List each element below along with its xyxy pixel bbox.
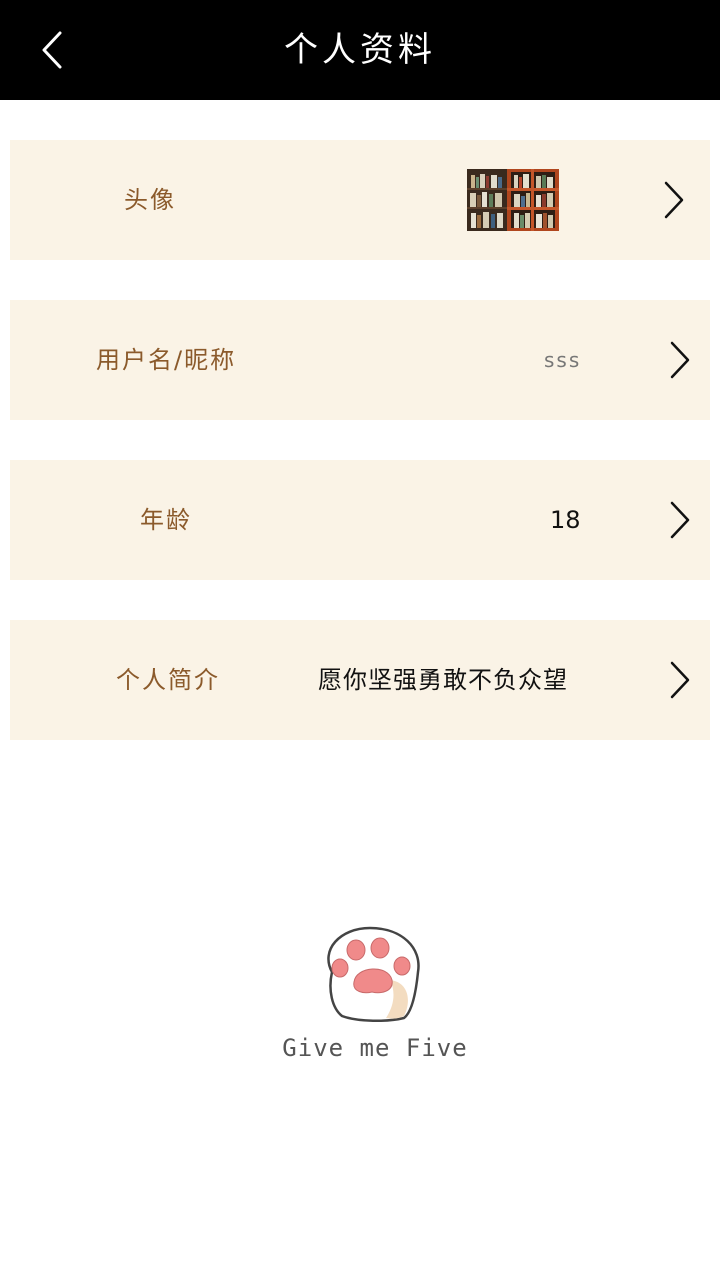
chevron-right-icon xyxy=(670,501,690,539)
row-label-age: 年龄 xyxy=(140,506,192,534)
row-label-avatar: 头像 xyxy=(124,186,176,214)
bio-value: 愿你坚强勇敢不负众望 xyxy=(318,666,568,694)
age-value: 18 xyxy=(550,506,581,534)
chevron-right-icon xyxy=(664,181,684,219)
title-bar: 个人资料 xyxy=(0,0,720,100)
back-button[interactable] xyxy=(20,20,84,80)
row-avatar[interactable]: 头像 xyxy=(10,140,710,260)
cat-paw-icon xyxy=(327,926,420,1022)
row-username[interactable]: 用户名/昵称 sss xyxy=(10,300,710,420)
row-bio[interactable]: 个人简介 愿你坚强勇敢不负众望 xyxy=(10,620,710,740)
chevron-right-icon xyxy=(670,341,690,379)
bookshelf-avatar-image xyxy=(467,169,559,231)
chevron-left-icon xyxy=(42,31,62,69)
username-value: sss xyxy=(544,348,582,372)
row-label-username: 用户名/昵称 xyxy=(96,346,237,374)
avatar xyxy=(467,169,559,231)
paw-caption: Give me Five xyxy=(282,1034,468,1062)
page-title: 个人资料 xyxy=(284,30,436,70)
chevron-right-icon xyxy=(670,661,690,699)
row-age[interactable]: 年龄 18 xyxy=(10,460,710,580)
row-label-bio: 个人简介 xyxy=(116,666,220,694)
